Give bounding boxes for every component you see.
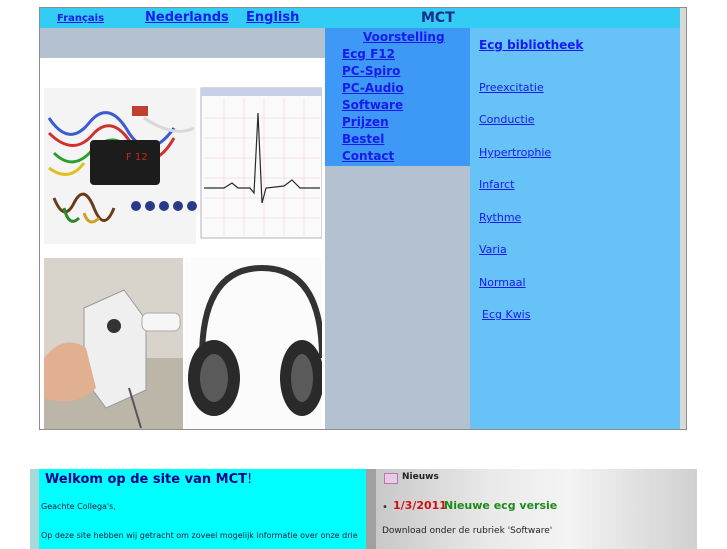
nav-pc-spiro[interactable]: PC-Spiro xyxy=(342,64,400,78)
spirometer-photo xyxy=(44,258,183,429)
welcome-title: Welkom op de site van MCT! xyxy=(45,472,252,487)
bullet-icon: • xyxy=(382,502,388,513)
nav-column: Voorstelling Ecg F12 PC-Spiro PC-Audio S… xyxy=(325,28,470,429)
lang-english-link[interactable]: English xyxy=(246,10,299,25)
nav-bestel[interactable]: Bestel xyxy=(342,132,384,146)
welcome-body: Op deze site hebben wij getracht om zove… xyxy=(41,531,358,540)
library-item-preexcitatie[interactable]: Preexcitatie xyxy=(479,81,544,94)
ecg-library: Ecg bibliotheek Preexcitatie Conductie H… xyxy=(470,28,680,429)
ecg-device-photo: F 12 xyxy=(44,88,197,244)
welcome-title-exclaim: ! xyxy=(246,472,253,487)
frame-right-edge xyxy=(680,8,686,429)
nav-software[interactable]: Software xyxy=(342,98,403,112)
device-label: F 12 xyxy=(126,152,148,163)
welcome-panel: Welkom op de site van MCT! Geachte Colle… xyxy=(39,469,366,549)
lang-francais-link[interactable]: Français xyxy=(57,13,104,24)
library-item-rythme[interactable]: Rythme xyxy=(479,211,521,224)
library-item-normaal[interactable]: Normaal xyxy=(479,276,526,289)
news-divider xyxy=(366,469,376,549)
library-item-hypertrophie[interactable]: Hypertrophie xyxy=(479,146,551,159)
welcome-greeting: Geachte Collega's, xyxy=(41,502,116,511)
nav-prijzen[interactable]: Prijzen xyxy=(342,115,389,129)
library-item-infarct[interactable]: Infarct xyxy=(479,178,514,191)
news-icon xyxy=(384,473,398,484)
site-title: MCT xyxy=(421,10,455,26)
main-frame: Français Nederlands English MCT F 12 Voo… xyxy=(39,7,687,430)
nav-pc-audio[interactable]: PC-Audio xyxy=(342,81,404,95)
top-bar: Français Nederlands English MCT xyxy=(40,8,680,28)
news-date: 1/3/2011 xyxy=(393,499,447,512)
library-item-ecg-kwis[interactable]: Ecg Kwis xyxy=(482,308,530,321)
news-panel: Nieuws • 1/3/2011 Nieuwe ecg versie Down… xyxy=(376,469,697,549)
news-title: Nieuwe ecg versie xyxy=(444,499,558,512)
news-heading: Nieuws xyxy=(402,472,439,482)
welcome-title-text: Welkom op de site van MCT xyxy=(45,472,247,487)
header-spacer xyxy=(40,28,325,58)
main-nav: Voorstelling Ecg F12 PC-Spiro PC-Audio S… xyxy=(325,28,470,166)
ecg-library-title[interactable]: Ecg bibliotheek xyxy=(479,38,583,52)
news-text: Download onder de rubriek 'Software' xyxy=(382,526,553,536)
nav-voorstelling[interactable]: Voorstelling xyxy=(363,30,445,44)
product-photo-collage: F 12 xyxy=(44,87,322,429)
nav-contact[interactable]: Contact xyxy=(342,149,394,163)
lang-nederlands-link[interactable]: Nederlands xyxy=(145,10,229,25)
nav-ecg-f12[interactable]: Ecg F12 xyxy=(342,47,395,61)
product-photos: F 12 xyxy=(44,58,322,429)
library-item-varia[interactable]: Varia xyxy=(479,243,507,256)
headphones-photo xyxy=(185,258,322,429)
welcome-shadow xyxy=(30,469,39,549)
library-item-conductie[interactable]: Conductie xyxy=(479,113,535,126)
ecg-trace-image xyxy=(200,87,322,239)
